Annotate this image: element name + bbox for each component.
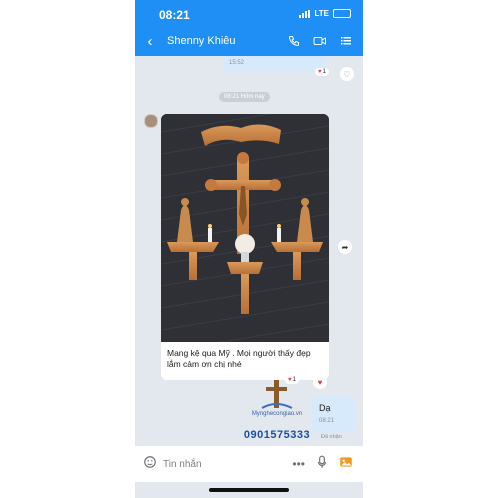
photo-attachment[interactable] bbox=[161, 114, 329, 342]
message-composer: Tin nhắn ••• bbox=[135, 446, 363, 482]
contact-name[interactable]: Shenny Khiêu bbox=[167, 35, 285, 47]
heart-icon: ♥ bbox=[318, 69, 322, 75]
cross-logo bbox=[261, 380, 293, 409]
image-icon[interactable] bbox=[339, 455, 353, 474]
battery-icon bbox=[333, 9, 351, 18]
previous-reaction-badge[interactable]: ♥ 1 bbox=[315, 68, 329, 76]
date-separator: 08:21 Hôm nay bbox=[219, 92, 270, 102]
list-icon[interactable] bbox=[337, 32, 355, 50]
network-label: LTE bbox=[314, 9, 329, 18]
back-button[interactable]: ‹ bbox=[139, 33, 161, 50]
share-arrow-icon: ➦ bbox=[341, 242, 349, 252]
heart-outline-icon: ♡ bbox=[343, 69, 351, 79]
status-time: 08:21 bbox=[159, 8, 190, 22]
previous-message-time: 15:52 bbox=[229, 60, 245, 66]
status-indicators: LTE bbox=[299, 9, 351, 18]
watermark-phone: 0901575333 bbox=[243, 429, 311, 441]
photo-caption: Mang kệ qua Mỹ . Mọi người thấy đẹp lắm … bbox=[167, 348, 311, 369]
chat-nav: ‹ Shenny Khiêu bbox=[135, 30, 363, 52]
avatar[interactable] bbox=[144, 114, 158, 128]
altar-shelf-photo bbox=[161, 114, 329, 342]
previous-reaction-count: 1 bbox=[322, 69, 326, 75]
signal-icon bbox=[299, 9, 311, 18]
message-input[interactable]: Tin nhắn bbox=[163, 459, 292, 470]
phone-icon[interactable] bbox=[285, 32, 303, 50]
microphone-icon[interactable] bbox=[317, 455, 327, 474]
add-reaction-button[interactable]: ♡ bbox=[340, 67, 354, 81]
watermark-name: Mynghecongiao.vn bbox=[251, 411, 303, 417]
more-icon[interactable]: ••• bbox=[292, 457, 305, 471]
home-indicator bbox=[209, 488, 289, 492]
video-icon[interactable] bbox=[311, 32, 329, 50]
sticker-icon[interactable] bbox=[143, 455, 157, 474]
chat-header: 08:21 LTE ‹ Shenny Khiêu bbox=[135, 0, 363, 56]
share-button[interactable]: ➦ bbox=[338, 240, 352, 254]
watermark: Mynghecongiao.vn 0901575333 bbox=[222, 378, 332, 444]
photo-caption-bubble[interactable]: Mang kệ qua Mỹ . Mọi người thấy đẹp lắm … bbox=[161, 342, 329, 380]
